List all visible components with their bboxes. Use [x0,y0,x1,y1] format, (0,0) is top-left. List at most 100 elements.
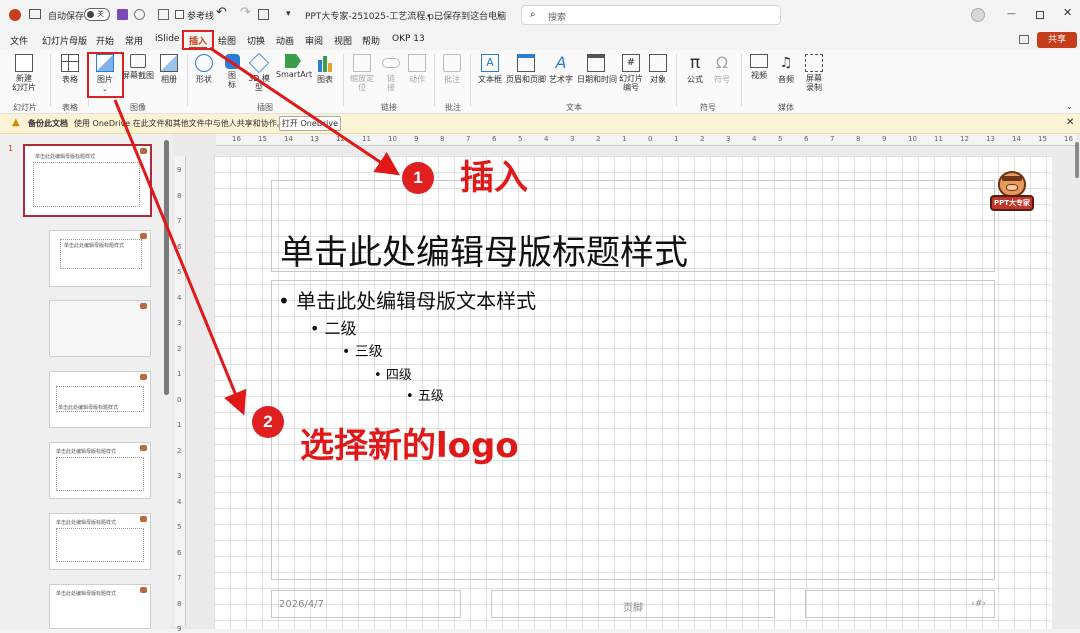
autosave-toggle[interactable]: 关 [84,8,110,21]
tab-review[interactable]: 审阅 [305,34,323,47]
date-placeholder[interactable]: 2026/4/7 [271,590,461,618]
text-level-2: • 二级 [310,319,357,338]
comments-icon[interactable] [1019,35,1029,44]
title-bar: 自动保存 关 参考线 ↶ ↷ ▾ PPT大专家-251025-工艺流程.p...… [0,0,1080,30]
presenter-icon[interactable] [29,9,41,19]
symbol-button[interactable]: Ω 符号 [711,54,733,85]
undo-icon[interactable]: ↶ [216,5,227,20]
ruler-tick-label: 2 [177,344,182,353]
datetime-button[interactable]: 日期和时间 [577,54,617,85]
3d-models-button[interactable]: 3D 模 型 [247,52,271,92]
zoom-button[interactable]: 缩放定 位 [348,54,376,92]
footer-placeholder[interactable]: 页脚 [491,590,775,618]
ruler-tick-label: 7 [177,574,182,582]
object-label: 对象 [650,75,666,84]
tab-home[interactable]: 开始 [96,34,114,47]
text-level-3: • 三级 [342,344,383,360]
ruler-tick-label: 5 [778,135,783,143]
close-icon[interactable]: ✕ [1066,117,1074,128]
ruler-tick-label: 8 [177,191,182,200]
wordart-button[interactable]: A 艺术字 [548,54,574,85]
divider [676,54,677,106]
thumbnail-scrollbar[interactable] [164,140,169,395]
action-label: 动作 [409,75,425,84]
link-icon [382,58,400,68]
textbox-label: 文本框 [478,75,502,84]
ruler-tick-label: 0 [177,395,182,404]
search-input[interactable]: ⌕ 搜索 [521,5,781,25]
link-button[interactable]: 链 接 [381,54,401,92]
smartart-button[interactable]: SmartArt [276,54,312,79]
icons-button[interactable]: 图 标 [222,54,242,89]
save-status[interactable]: • 已保存到这台电脑 [426,9,506,22]
guides-checkbox[interactable] [175,10,184,19]
minimize-icon[interactable]: — [1007,9,1016,19]
tab-view[interactable]: 视图 [334,34,352,47]
screen-record-button[interactable]: 屏幕 录制 [801,54,827,92]
tab-file[interactable]: 文件 [10,34,28,47]
canvas-scrollbar[interactable] [1075,142,1079,178]
tab-transitions[interactable]: 切换 [247,34,265,47]
video-icon [750,54,768,68]
album-button[interactable]: 相册 [158,54,180,85]
layout-thumbnail[interactable]: 单击此处编辑母版标题样式 [49,371,151,428]
account-avatar-icon[interactable] [971,8,985,22]
picture-button-highlight [87,52,124,98]
textbox-button[interactable]: A 文本框 [476,54,504,85]
layout-thumbnail[interactable] [49,300,151,357]
tab-islide[interactable]: iSlide [155,34,179,44]
slideshow-icon[interactable] [258,9,269,20]
open-onedrive-button[interactable]: 打开 OneDrive [279,116,341,131]
equation-button[interactable]: π 公式 [683,54,707,85]
ruler-tick-label: 5 [518,135,523,143]
layout-thumbnail[interactable]: 单击此处编辑母版标题样式 [49,584,151,629]
tab-animations[interactable]: 动画 [276,34,294,47]
layout-thumbnail[interactable]: 单击此处编辑母版标题样式 [49,230,151,287]
slide-number-icon: # [622,54,640,72]
ppt-expert-logo[interactable]: PPT大专家 [990,171,1034,213]
datetime-label: 日期和时间 [577,75,617,84]
redo-icon[interactable]: ↷ [240,5,251,20]
close-icon[interactable]: ✕ [1063,6,1072,19]
thumbnail-title: 单击此处编辑母版标题样式 [56,591,117,597]
textbox-icon: A [481,54,499,72]
video-label: 视频 [751,71,767,80]
share-button[interactable]: 共享 [1037,32,1077,48]
table-button[interactable]: 表格 [58,54,82,85]
screenshot-button[interactable]: 屏幕截图 [122,54,154,81]
thumbnail-content-placeholder [33,162,140,207]
tab-okp[interactable]: OKP 13 [392,34,425,44]
ruler-tick-label: 2 [177,446,182,455]
object-button[interactable]: 对象 [647,54,669,85]
new-slide-button[interactable]: 新建 幻灯片 [10,54,38,92]
layout-thumbnail[interactable]: 单击此处编辑母版标题样式 [49,513,151,570]
chevron-down-icon[interactable]: ⌄ [1066,102,1073,111]
save-icon[interactable] [117,9,128,20]
tab-slide-master[interactable]: 幻灯片母版 [42,34,87,47]
format-icon[interactable] [158,9,169,20]
action-button[interactable]: 动作 [406,54,428,85]
smartart-icon [285,54,301,68]
audio-button[interactable]: ♫ 音频 [775,54,797,85]
chevron-down-icon[interactable]: ⌄ [496,9,503,18]
slide-number-button[interactable]: # 幻灯片 编号 [618,54,644,92]
logo-icon [140,587,147,593]
maximize-icon[interactable] [1036,11,1044,19]
page-number-placeholder[interactable]: ‹#› [805,590,995,618]
ruler-tick-label: 12 [336,135,345,143]
redo-history-icon[interactable] [134,9,145,20]
slide-master[interactable]: 单击此处编辑母版标题样式 • 单击此处编辑母版文本样式 • 二级 • 三级 • … [214,156,1052,629]
title-placeholder[interactable]: 单击此处编辑母版标题样式 [271,180,995,273]
video-button[interactable]: 视频 [747,54,771,81]
header-footer-button[interactable]: 页眉和页脚 [506,54,546,85]
shapes-button[interactable]: 形状 [193,54,215,85]
comment-button[interactable]: 批注 [441,54,463,85]
tab-draw[interactable]: 绘图 [218,34,236,47]
chart-button[interactable]: 图表 [314,54,336,85]
layout-thumbnail[interactable]: 单击此处编辑母版标题样式 [49,442,151,499]
tab-common[interactable]: 常用 [125,34,143,47]
search-placeholder: 搜索 [548,13,567,23]
tab-help[interactable]: 帮助 [362,34,380,47]
customize-qat-icon[interactable]: ▾ [286,9,291,19]
master-thumbnail[interactable]: 单击此处编辑母版标题样式 [23,144,152,217]
